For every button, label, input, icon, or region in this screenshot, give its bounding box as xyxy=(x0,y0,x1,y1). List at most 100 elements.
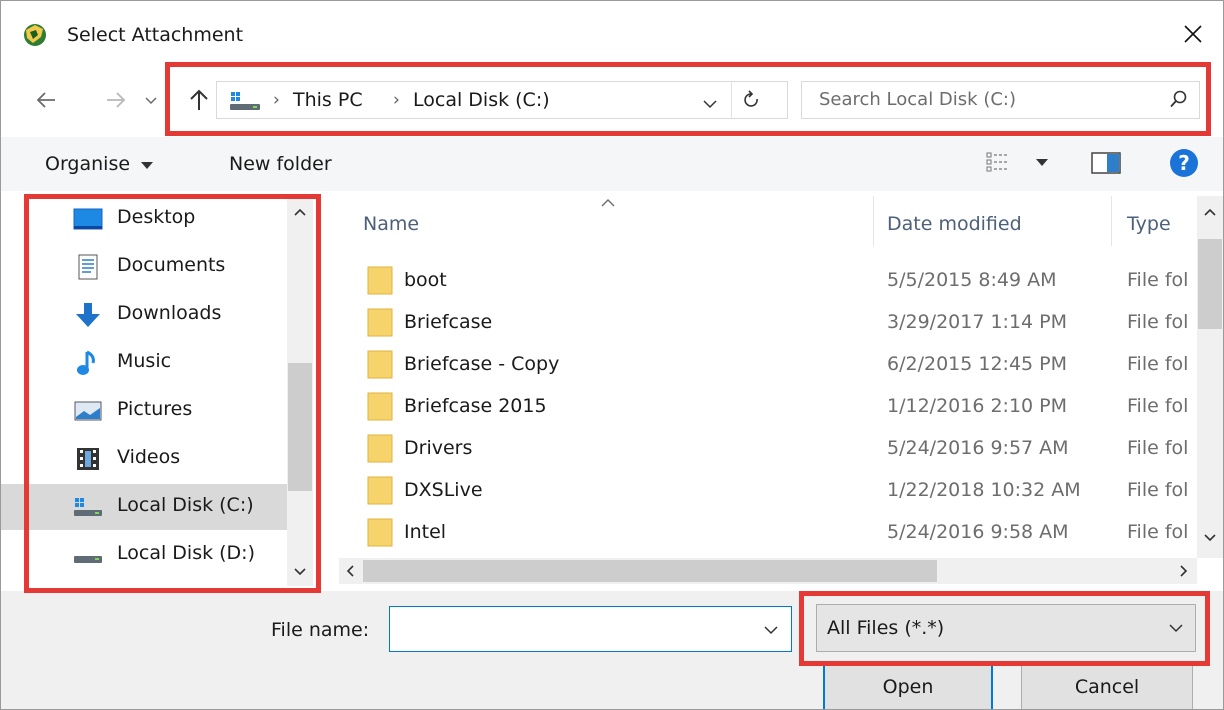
file-row-briefcase-2015[interactable]: Briefcase 2015 1/12/2016 2:10 PM File fo… xyxy=(359,385,1197,427)
scroll-down-icon[interactable] xyxy=(288,561,312,583)
file-date: 3/29/2017 1:14 PM xyxy=(887,311,1068,333)
back-button[interactable] xyxy=(31,87,61,113)
column-header-date-modified[interactable]: Date modified xyxy=(887,211,1022,237)
search-icon[interactable] xyxy=(1170,90,1188,108)
svg-text:?: ? xyxy=(1178,151,1190,175)
nav-item-music[interactable]: Music xyxy=(1,340,287,386)
column-divider[interactable] xyxy=(1111,196,1112,246)
file-row-boot[interactable]: boot 5/5/2015 8:49 AM File fol xyxy=(359,259,1197,301)
organise-menu-button[interactable]: Organise xyxy=(45,151,154,177)
nav-item-downloads[interactable]: Downloads xyxy=(1,292,287,338)
folder-icon xyxy=(367,392,393,421)
nav-item-label: Local Disk (D:) xyxy=(117,542,255,564)
nav-item-label: Downloads xyxy=(117,302,222,324)
file-row-intel[interactable]: Intel 5/24/2016 9:58 AM File fol xyxy=(359,511,1197,553)
chevron-down-icon xyxy=(145,97,157,105)
refresh-button[interactable] xyxy=(743,90,765,112)
scroll-up-icon[interactable] xyxy=(1198,201,1222,223)
breadcrumb-this-pc[interactable]: This PC xyxy=(293,88,363,112)
file-type: File fol xyxy=(1127,269,1189,291)
dialog-title: Select Attachment xyxy=(67,24,244,46)
desktop-icon xyxy=(73,208,103,230)
scroll-up-icon[interactable] xyxy=(288,201,312,223)
file-date: 5/5/2015 8:49 AM xyxy=(887,269,1057,291)
nav-pane-scrollbar-thumb[interactable] xyxy=(288,363,312,491)
nav-item-label: Documents xyxy=(117,254,226,276)
file-row-drivers[interactable]: Drivers 5/24/2016 9:57 AM File fol xyxy=(359,427,1197,469)
file-type: File fol xyxy=(1127,353,1189,375)
nav-item-label: Videos xyxy=(117,446,181,468)
organise-label: Organise xyxy=(45,153,131,175)
dropdown-arrow-icon xyxy=(1036,159,1048,166)
scroll-down-icon[interactable] xyxy=(1198,527,1222,549)
forward-button[interactable] xyxy=(101,87,131,113)
nav-item-videos[interactable]: Videos xyxy=(1,436,287,482)
select-attachment-dialog: Select Attachment › This PC › Local Disk… xyxy=(0,0,1224,710)
navigation-pane: Desktop Documents Downloads Music Pictur… xyxy=(1,191,317,591)
back-arrow-icon xyxy=(36,92,55,108)
file-name: boot xyxy=(404,269,447,291)
drive-c-icon xyxy=(74,498,102,516)
nav-item-label: Music xyxy=(117,350,172,372)
file-row-dxslive[interactable]: DXSLive 1/22/2018 10:32 AM File fol xyxy=(359,469,1197,511)
file-type-filter-value: All Files (*.*) xyxy=(827,617,945,639)
nav-item-label: Local Disk (C:) xyxy=(117,494,254,516)
close-button[interactable] xyxy=(1165,11,1221,57)
file-name: Drivers xyxy=(404,437,473,459)
file-type: File fol xyxy=(1127,437,1189,459)
column-header-type[interactable]: Type xyxy=(1127,211,1171,237)
up-button[interactable] xyxy=(184,85,214,115)
drive-c-icon xyxy=(230,92,260,110)
column-header-name[interactable]: Name xyxy=(363,211,419,237)
new-folder-button[interactable]: New folder xyxy=(229,151,332,177)
file-date: 1/22/2018 10:32 AM xyxy=(887,479,1081,501)
change-view-button[interactable] xyxy=(986,149,1056,179)
recent-locations-button[interactable] xyxy=(141,91,161,111)
file-name: Briefcase xyxy=(404,311,493,333)
scroll-left-icon[interactable] xyxy=(339,560,361,582)
nav-item-local-disk-c[interactable]: Local Disk (C:) xyxy=(1,484,287,530)
file-list-horizontal-scrollbar-thumb[interactable] xyxy=(363,560,937,582)
file-type: File fol xyxy=(1127,395,1189,417)
nav-item-local-disk-d[interactable]: Local Disk (D:) xyxy=(1,532,287,578)
breadcrumb-local-disk-c[interactable]: Local Disk (C:) xyxy=(413,88,550,112)
file-name: Briefcase - Copy xyxy=(404,353,560,375)
sort-ascending-icon xyxy=(601,199,615,207)
file-name: DXSLive xyxy=(404,479,483,501)
nav-item-documents[interactable]: Documents xyxy=(1,244,287,290)
chevron-down-icon xyxy=(1169,624,1183,633)
chevron-down-icon xyxy=(703,100,717,109)
file-name-label: File name: xyxy=(271,619,370,641)
downloads-icon xyxy=(76,303,100,327)
nav-item-desktop[interactable]: Desktop xyxy=(1,196,287,242)
drive-icon xyxy=(74,556,102,563)
scroll-right-icon[interactable] xyxy=(1173,560,1195,582)
preview-pane-icon[interactable] xyxy=(1091,152,1121,174)
cancel-button[interactable]: Cancel xyxy=(1021,663,1193,709)
file-row-briefcase-copy[interactable]: Briefcase - Copy 6/2/2015 12:45 PM File … xyxy=(359,343,1197,385)
chevron-down-icon[interactable] xyxy=(764,626,778,635)
search-input[interactable]: Search Local Disk (C:) xyxy=(819,87,1016,113)
documents-icon xyxy=(78,254,98,280)
file-type: File fol xyxy=(1127,521,1189,543)
folder-icon xyxy=(367,476,393,505)
file-name-field[interactable] xyxy=(389,606,792,652)
file-list-vertical-scrollbar-thumb[interactable] xyxy=(1198,239,1222,329)
column-divider[interactable] xyxy=(873,196,874,246)
videos-icon xyxy=(77,448,99,470)
file-name: Intel xyxy=(404,521,447,543)
folder-icon xyxy=(367,350,393,379)
file-date: 1/12/2016 2:10 PM xyxy=(887,395,1068,417)
folder-icon xyxy=(367,518,393,547)
help-icon[interactable]: ? xyxy=(1169,148,1199,178)
folder-icon xyxy=(367,434,393,463)
file-date: 5/24/2016 9:58 AM xyxy=(887,521,1069,543)
address-bar[interactable]: › This PC › Local Disk (C:) xyxy=(216,81,788,119)
up-arrow-icon xyxy=(190,89,208,110)
open-button[interactable]: Open xyxy=(823,663,993,709)
title-bar: Select Attachment xyxy=(1,1,1223,65)
file-row-briefcase[interactable]: Briefcase 3/29/2017 1:14 PM File fol xyxy=(359,301,1197,343)
forward-arrow-icon xyxy=(107,92,126,108)
nav-item-pictures[interactable]: Pictures xyxy=(1,388,287,434)
address-history-button[interactable] xyxy=(703,94,723,109)
